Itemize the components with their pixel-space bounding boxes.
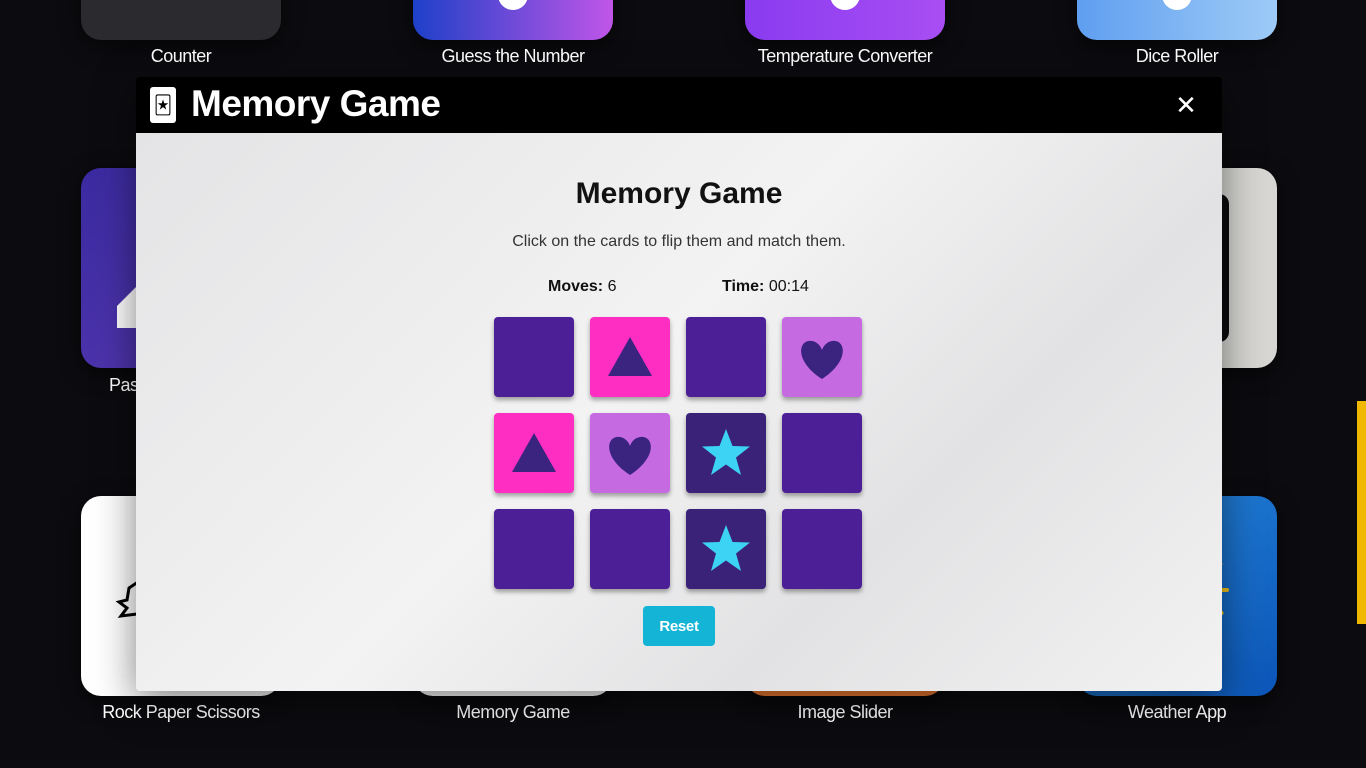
- app-tile-temperature-converter[interactable]: [745, 0, 945, 40]
- game-instructions: Click on the cards to flip them and matc…: [512, 233, 846, 250]
- card-face-down[interactable]: [782, 509, 862, 589]
- game-stats: Moves: 6 Time: 00:14: [136, 278, 1222, 298]
- app-label-guess-the-number[interactable]: Guess the Number: [413, 46, 613, 67]
- app-label-weather-app[interactable]: Weather App: [1077, 702, 1277, 723]
- card-face-down[interactable]: [686, 317, 766, 397]
- card-star[interactable]: [686, 509, 766, 589]
- app-icon: [498, 0, 528, 10]
- card-face-down[interactable]: [590, 509, 670, 589]
- moves-counter: Moves: 6: [548, 278, 616, 296]
- scroll-indicator: [1357, 401, 1366, 624]
- time-value: 00:14: [768, 278, 809, 295]
- app-label-dice-roller[interactable]: Dice Roller: [1077, 46, 1277, 67]
- card-heart[interactable]: [590, 413, 670, 493]
- joker-card-icon: 🃏: [150, 87, 176, 123]
- card-triangle[interactable]: [494, 413, 574, 493]
- app-icon: [1162, 0, 1192, 10]
- memory-game-modal: 🃏 Memory Game ✕ Memory Game Click on the…: [136, 77, 1222, 691]
- card-face-down[interactable]: [494, 317, 574, 397]
- close-icon[interactable]: ✕: [1172, 91, 1200, 119]
- moves-label: Moves:: [548, 278, 604, 295]
- heart-icon: [609, 436, 651, 475]
- card-grid: [494, 317, 866, 593]
- app-tile-dice-roller[interactable]: [1077, 0, 1277, 40]
- reset-button[interactable]: Reset: [643, 606, 715, 646]
- app-tile-counter[interactable]: [81, 0, 281, 40]
- heart-icon: [801, 340, 843, 379]
- time-counter: Time: 00:14: [722, 278, 809, 296]
- app-label-temperature-converter[interactable]: Temperature Converter: [745, 46, 945, 67]
- game-title: Memory Game: [575, 177, 783, 210]
- card-triangle[interactable]: [590, 317, 670, 397]
- card-star[interactable]: [686, 413, 766, 493]
- app-label-memory-game[interactable]: Memory Game: [413, 702, 613, 723]
- app-label-image-slider[interactable]: Image Slider: [745, 702, 945, 723]
- modal-header: 🃏 Memory Game ✕: [136, 77, 1222, 133]
- app-label-rock-paper-scissors[interactable]: Rock Paper Scissors: [81, 702, 281, 723]
- modal-title: Memory Game: [191, 83, 441, 124]
- triangle-icon: [608, 337, 652, 376]
- modal-body: Memory Game Click on the cards to flip t…: [136, 133, 1222, 691]
- card-face-down[interactable]: [782, 413, 862, 493]
- moves-value: 6: [607, 278, 617, 295]
- app-label-counter[interactable]: Counter: [81, 46, 281, 67]
- star-icon: [702, 429, 750, 475]
- time-label: Time:: [722, 278, 765, 295]
- app-icon: [830, 0, 860, 10]
- app-tile-guess-the-number[interactable]: [413, 0, 613, 40]
- star-icon: [702, 525, 750, 571]
- card-heart[interactable]: [782, 317, 862, 397]
- triangle-icon: [512, 433, 556, 472]
- card-face-down[interactable]: [494, 509, 574, 589]
